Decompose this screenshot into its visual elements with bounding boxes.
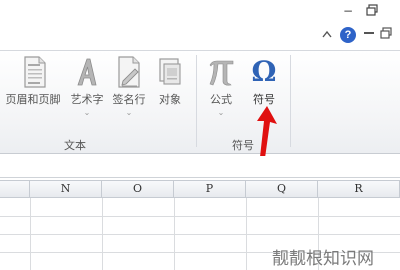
signature-line-icon bbox=[118, 56, 140, 88]
equation-dropdown-icon[interactable]: ⌄ bbox=[202, 108, 240, 117]
column-header-q[interactable]: Q bbox=[246, 180, 318, 198]
signature-line-button[interactable]: 签名行 ⌄ bbox=[106, 55, 152, 117]
help-icon[interactable]: ? bbox=[340, 27, 356, 43]
column-header-o[interactable]: O bbox=[102, 180, 174, 198]
svg-text:Ω: Ω bbox=[252, 55, 277, 88]
grid-col-line bbox=[102, 198, 103, 270]
wordart-dropdown-icon[interactable]: ⌄ bbox=[64, 108, 110, 117]
insert-ribbon: 页眉和页脚 艺术字 ⌄ 签名行 ⌄ 对象 公式 ⌄ Ω 符号 文本 符号 bbox=[0, 50, 400, 154]
wordart-button[interactable]: 艺术字 ⌄ bbox=[64, 55, 110, 117]
object-button[interactable]: 对象 bbox=[150, 55, 190, 107]
wordart-icon bbox=[77, 58, 97, 86]
text-group-label: 文本 bbox=[64, 139, 86, 152]
column-header-r[interactable]: R bbox=[318, 180, 400, 198]
equation-pi-icon bbox=[209, 60, 234, 86]
header-footer-icon bbox=[24, 56, 46, 88]
title-bar: − bbox=[0, 0, 400, 24]
restore-window-icon[interactable] bbox=[364, 4, 380, 19]
minimize-window-icon[interactable]: − bbox=[340, 4, 356, 18]
grid-col-line bbox=[246, 198, 247, 270]
grid-col-line bbox=[30, 198, 31, 270]
collapse-ribbon-icon[interactable] bbox=[322, 30, 332, 41]
grid-row-line bbox=[0, 216, 400, 217]
signature-line-label: 签名行 bbox=[112, 93, 146, 106]
restore-workbook-icon[interactable] bbox=[380, 27, 392, 42]
pointer-arrow-icon bbox=[257, 106, 277, 158]
object-icon bbox=[159, 58, 181, 85]
symbol-omega-icon: Ω bbox=[252, 55, 277, 88]
group-separator bbox=[196, 55, 197, 147]
group-separator bbox=[290, 55, 291, 147]
grid-col-line bbox=[174, 198, 175, 270]
minimize-workbook-icon[interactable] bbox=[364, 28, 374, 41]
column-header-corner bbox=[0, 180, 30, 198]
formula-bar[interactable] bbox=[0, 156, 400, 178]
column-header-p[interactable]: P bbox=[174, 180, 246, 198]
wordart-label: 艺术字 bbox=[70, 93, 104, 106]
symbol-button[interactable]: Ω 符号 bbox=[244, 55, 284, 107]
equation-label: 公式 bbox=[210, 93, 232, 106]
header-footer-label: 页眉和页脚 bbox=[5, 93, 61, 106]
grid-row-line bbox=[0, 234, 400, 235]
object-label: 对象 bbox=[159, 93, 181, 106]
watermark-text: 靓靓根知识网 bbox=[272, 249, 374, 269]
equation-button[interactable]: 公式 ⌄ bbox=[202, 55, 240, 117]
header-footer-button[interactable]: 页眉和页脚 bbox=[0, 55, 66, 107]
signature-line-dropdown-icon[interactable]: ⌄ bbox=[106, 108, 152, 117]
ribbon-tab-strip: ? bbox=[0, 24, 400, 50]
column-header-n[interactable]: N bbox=[30, 180, 102, 198]
